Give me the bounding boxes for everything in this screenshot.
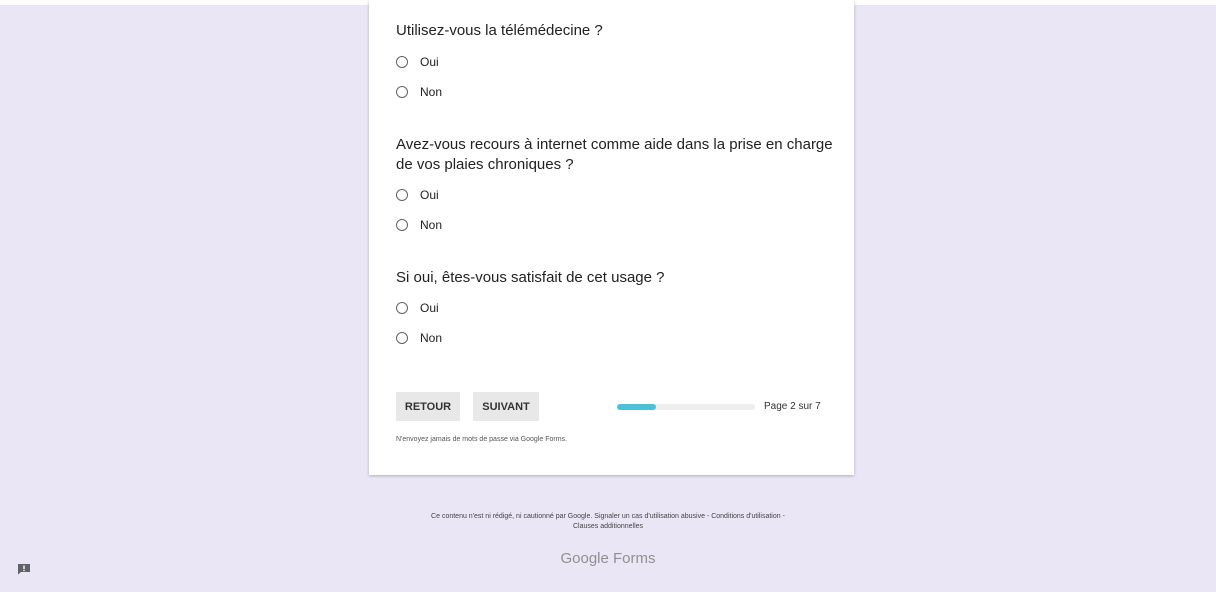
radio-circle[interactable] [396, 302, 408, 314]
next-button[interactable]: SUIVANT [473, 392, 539, 421]
footer: Ce contenu n'est ni rédigé, ni cautionné… [360, 512, 856, 532]
question-title: Avez-vous recours à internet comme aide … [396, 136, 833, 173]
radio-option-non[interactable]: Non [396, 82, 836, 102]
footer-separator: - [706, 513, 710, 520]
question-telemedecine: Utilisez-vous la télémédecine ? Oui Non [396, 21, 836, 102]
radio-circle[interactable] [396, 86, 408, 98]
report-abuse-link[interactable]: Signaler un cas d'utilisation abusive [594, 513, 705, 520]
option-label: Oui [420, 301, 439, 315]
radio-option-non[interactable]: Non [396, 215, 836, 235]
form-card: Utilisez-vous la télémédecine ? Oui Non … [369, 0, 854, 475]
logo-google: Google [560, 550, 609, 567]
google-forms-logo[interactable]: Google Forms [0, 550, 1216, 567]
logo-forms: Forms [613, 550, 656, 567]
progress-fill [617, 404, 656, 410]
option-label: Non [420, 331, 443, 345]
radio-circle[interactable] [396, 332, 408, 344]
question-satisfaction: Si oui, êtes-vous satisfait de cet usage… [396, 268, 836, 348]
radio-circle[interactable] [396, 189, 408, 201]
radio-circle[interactable] [396, 56, 408, 68]
footer-disclaimer: Ce contenu n'est ni rédigé, ni cautionné… [431, 513, 593, 520]
terms-link[interactable]: Conditions d'utilisation [711, 513, 780, 520]
password-warning: N'envoyez jamais de mots de passe via Go… [396, 436, 567, 443]
option-label: Non [420, 85, 443, 99]
option-label: Non [420, 218, 443, 232]
option-label: Oui [420, 188, 439, 202]
radio-option-oui[interactable]: Oui [396, 298, 836, 318]
additional-terms-link[interactable]: Clauses additionnelles [573, 523, 643, 530]
back-button[interactable]: RETOUR [396, 392, 460, 421]
radio-option-oui[interactable]: Oui [396, 52, 836, 72]
question-internet: Avez-vous recours à internet comme aide … [396, 135, 836, 235]
question-title: Utilisez-vous la télémédecine ? [396, 22, 603, 39]
page-indicator: Page 2 sur 7 [764, 401, 821, 412]
radio-circle[interactable] [396, 219, 408, 231]
radio-option-oui[interactable]: Oui [396, 185, 836, 205]
footer-separator: - [782, 513, 785, 520]
progress-bar [617, 404, 755, 410]
option-label: Oui [420, 55, 439, 69]
question-title: Si oui, êtes-vous satisfait de cet usage… [396, 269, 665, 286]
feedback-icon[interactable] [17, 562, 31, 575]
radio-option-non[interactable]: Non [396, 328, 836, 348]
